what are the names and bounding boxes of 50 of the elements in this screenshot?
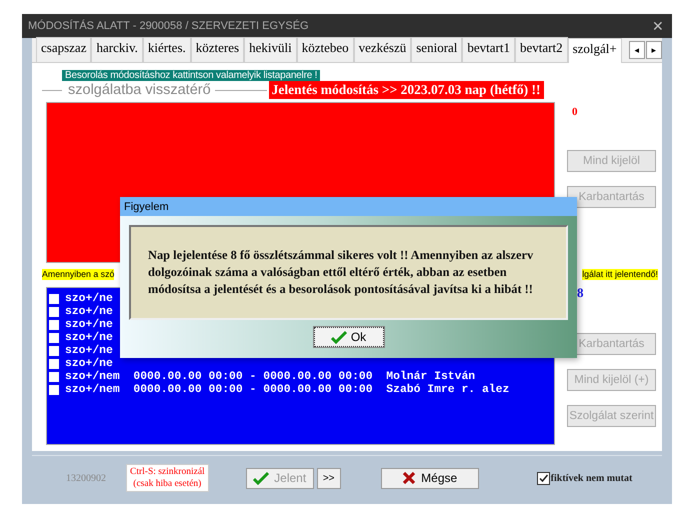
checkbox-label: fiktívek nem mutat	[550, 472, 632, 484]
list-row[interactable]: szo+/ne	[65, 358, 113, 370]
row-checkbox[interactable]	[49, 320, 59, 330]
row-checkbox[interactable]	[49, 306, 59, 316]
list-row[interactable]: szo+/ne	[65, 292, 113, 304]
tab[interactable]: hekivüli	[244, 37, 297, 62]
row-checkbox[interactable]	[49, 372, 59, 382]
check-icon	[330, 330, 347, 344]
tab[interactable]: bevtart2	[515, 37, 568, 62]
count-label: 8	[577, 285, 584, 299]
row-checkbox[interactable]	[49, 346, 59, 356]
tab-scroll-button[interactable]: ▸	[646, 41, 662, 59]
section-title: szolgálatba visszatérő	[68, 82, 211, 98]
row-checkbox[interactable]	[49, 384, 59, 394]
window-title: MÓDOSÍTÁS ALATT - 2900058 / SZERVEZETI EGYSÉG	[28, 20, 309, 32]
tab-scroll-button[interactable]: ◂	[629, 41, 645, 59]
list-row[interactable]: szo+/nem 0000.00.00 00:00 - 0000.00.00 00:00 Molnár István	[65, 370, 476, 382]
hint-label: Besorolás módosításhoz kattintson valamelyik listapanelre !	[62, 70, 320, 81]
warning-text: lgálat itt jelentendő!	[582, 269, 658, 280]
tab[interactable]: szolgál+	[568, 38, 622, 63]
row-checkbox[interactable]	[49, 294, 59, 304]
tab[interactable]: vezkészü	[354, 37, 412, 62]
ok-button[interactable]: Ok	[314, 327, 384, 347]
check-icon	[253, 471, 270, 485]
tab[interactable]: bevtart1	[462, 37, 515, 62]
code-label: 13200902	[66, 472, 107, 484]
sync-note-text: Ctrl-S: szinkronizál	[130, 466, 205, 478]
list-row[interactable]: szo+/ne	[65, 344, 113, 356]
tab[interactable]: senioral	[411, 37, 462, 62]
sync-note-text: (csak hiba esetén)	[133, 478, 202, 490]
tab[interactable]: harckiv.	[91, 37, 143, 62]
tab[interactable]: kiértes.	[142, 37, 191, 62]
dialog-title: Figyelem	[124, 200, 169, 212]
warning-text: Amennyiben a szó	[42, 269, 114, 280]
cross-icon	[402, 471, 416, 485]
cancel-button[interactable]: Mégse	[380, 468, 479, 488]
tab[interactable]: köztebeo	[296, 37, 354, 62]
row-checkbox[interactable]	[49, 358, 59, 368]
list-row[interactable]: szo+/ne	[65, 318, 113, 330]
alert-banner: Jelentés módosítás >> 2023.07.03 nap (hétfő) !!	[268, 81, 544, 99]
list-row[interactable]: szo+/nem 0000.00.00 00:00 - 0000.00.00 00:00 Szabó Imre r. alez	[65, 384, 510, 396]
row-checkbox[interactable]	[49, 332, 59, 342]
checkbox[interactable]	[536, 472, 550, 484]
tab[interactable]: csapszaz	[36, 37, 92, 62]
list-row[interactable]: szo+/ne	[65, 332, 113, 344]
next-button[interactable]: >>	[316, 468, 341, 488]
count-label: 0	[572, 106, 578, 120]
list-row[interactable]: szo+/ne	[65, 306, 113, 318]
close-button[interactable]: ✕	[652, 18, 664, 34]
tab[interactable]: közteres	[190, 37, 244, 62]
